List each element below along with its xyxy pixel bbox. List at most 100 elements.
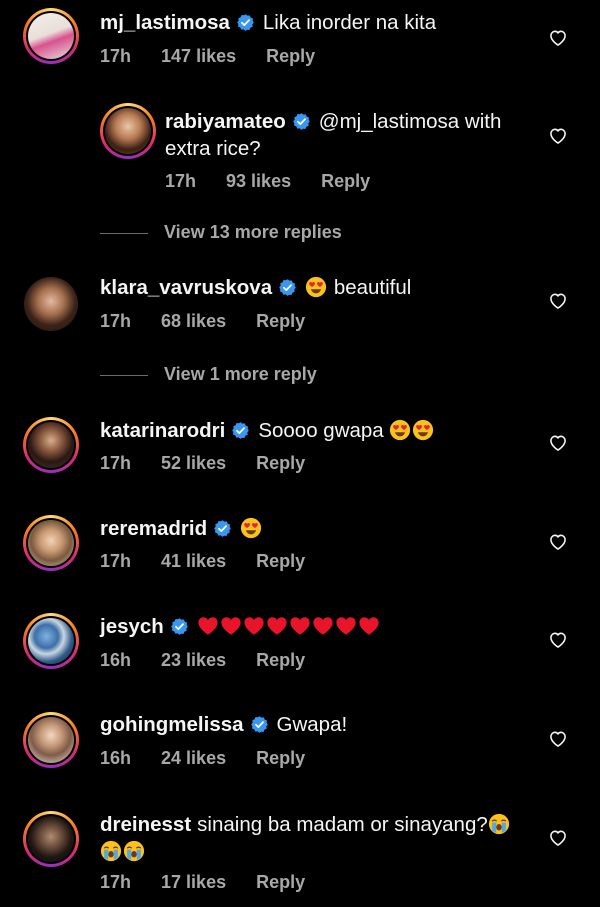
likes-count[interactable]: 93 likes [226, 171, 291, 191]
comment-text: katarinarodri Soooo gwapa [100, 418, 435, 444]
avatar[interactable] [23, 417, 79, 473]
verified-badge-icon [292, 112, 311, 131]
comment-time: 17h [100, 311, 132, 331]
red-heart-emoji [197, 615, 219, 637]
likes-count[interactable]: 68 likes [161, 311, 226, 331]
comment-meta: 17h 52 likes Reply [100, 453, 335, 474]
avatar[interactable] [100, 103, 156, 159]
comment-text: jesych [100, 614, 381, 640]
comment-text: rabiyamateo @mj_lastimosa with [165, 109, 501, 135]
loudly-crying-emoji [123, 840, 145, 862]
heart-eyes-emoji [305, 276, 327, 298]
divider [100, 232, 148, 234]
red-heart-emoji [358, 615, 380, 637]
heart-outline-icon[interactable] [548, 828, 568, 848]
avatar[interactable] [23, 515, 79, 571]
comment-meta: 17h 17 likes Reply [100, 872, 335, 893]
avatar[interactable] [23, 8, 79, 64]
comment-meta: 17h 93 likes Reply [165, 171, 400, 192]
view-more-replies[interactable]: View 1 more reply [100, 364, 317, 385]
avatar[interactable] [23, 811, 79, 867]
verified-badge-icon [250, 715, 269, 734]
avatar[interactable] [23, 613, 79, 669]
username[interactable]: jesych [100, 615, 164, 638]
red-heart-emoji [312, 615, 334, 637]
heart-outline-icon[interactable] [548, 291, 568, 311]
verified-badge-icon [170, 617, 189, 636]
comment-meta: 16h 23 likes Reply [100, 650, 335, 671]
view-more-label: View 1 more reply [164, 364, 317, 384]
username[interactable]: gohingmelissa [100, 713, 244, 736]
red-heart-emoji [289, 615, 311, 637]
comment-text: reremadrid [100, 516, 263, 542]
loudly-crying-emoji [488, 813, 510, 835]
comment-body: Gwapa! [276, 713, 348, 736]
heart-outline-icon[interactable] [548, 433, 568, 453]
likes-count[interactable]: 23 likes [161, 650, 226, 670]
reply-button[interactable]: Reply [256, 551, 305, 571]
likes-count[interactable]: 17 likes [161, 872, 226, 892]
comment-time: 17h [100, 551, 132, 571]
red-heart-emoji [266, 615, 288, 637]
reply-button[interactable]: Reply [256, 650, 305, 670]
username[interactable]: katarinarodri [100, 419, 225, 442]
comment-time: 17h [165, 171, 197, 191]
red-heart-emoji [243, 615, 265, 637]
comment-time: 17h [100, 872, 132, 892]
heart-eyes-emoji [389, 419, 411, 441]
heart-outline-icon[interactable] [548, 729, 568, 749]
view-more-label: View 13 more replies [164, 222, 342, 242]
username[interactable]: reremadrid [100, 517, 207, 540]
comment-text: klara_vavruskova beautiful [100, 275, 411, 301]
red-heart-emoji [335, 615, 357, 637]
heart-outline-icon[interactable] [548, 28, 568, 48]
username[interactable]: rabiyamateo [165, 110, 286, 133]
divider [100, 374, 148, 376]
likes-count[interactable]: 52 likes [161, 453, 226, 473]
reply-button[interactable]: Reply [256, 872, 305, 892]
verified-badge-icon [231, 421, 250, 440]
comment-time: 17h [100, 453, 132, 473]
comment-meta: 16h 24 likes Reply [100, 748, 335, 769]
comment-body: extra rice? [165, 137, 261, 160]
username[interactable]: mj_lastimosa [100, 11, 230, 34]
comment-body: Soooo gwapa [258, 419, 384, 442]
comment-body: @mj_lastimosa with [318, 110, 502, 133]
comment-body: beautiful [333, 276, 412, 299]
comment-time: 17h [100, 46, 132, 66]
reply-button[interactable]: Reply [256, 748, 305, 768]
comment-time: 16h [100, 650, 132, 670]
reply-button[interactable]: Reply [256, 311, 305, 331]
red-heart-emoji [220, 615, 242, 637]
verified-badge-icon [236, 13, 255, 32]
comment-text: mj_lastimosa Lika inorder na kita [100, 10, 436, 36]
comment-text: gohingmelissa Gwapa! [100, 712, 347, 738]
comment-meta: 17h 147 likes Reply [100, 46, 345, 67]
likes-count[interactable]: 41 likes [161, 551, 226, 571]
loudly-crying-emoji [100, 840, 122, 862]
comment-body: Lika inorder na kita [262, 11, 437, 34]
avatar[interactable] [23, 276, 79, 332]
view-more-replies[interactable]: View 13 more replies [100, 222, 342, 243]
reply-button[interactable]: Reply [321, 171, 370, 191]
username[interactable]: dreinesst [100, 813, 191, 836]
comment-text: dreinesst sinaing ba madam or sinayang? [100, 812, 511, 838]
reply-button[interactable]: Reply [256, 453, 305, 473]
comment-meta: 17h 41 likes Reply [100, 551, 335, 572]
reply-button[interactable]: Reply [266, 46, 315, 66]
heart-outline-icon[interactable] [548, 630, 568, 650]
comment-body: sinaing ba madam or sinayang? [197, 813, 488, 836]
likes-count[interactable]: 147 likes [161, 46, 236, 66]
comment-time: 16h [100, 748, 132, 768]
username[interactable]: klara_vavruskova [100, 276, 272, 299]
heart-outline-icon[interactable] [548, 126, 568, 146]
verified-badge-icon [278, 278, 297, 297]
likes-count[interactable]: 24 likes [161, 748, 226, 768]
heart-outline-icon[interactable] [548, 532, 568, 552]
comment-meta: 17h 68 likes Reply [100, 311, 335, 332]
verified-badge-icon [213, 519, 232, 538]
heart-eyes-emoji [412, 419, 434, 441]
comment-text-continued: extra rice? [165, 136, 261, 162]
avatar[interactable] [23, 712, 79, 768]
comment-text-continued [100, 839, 146, 865]
